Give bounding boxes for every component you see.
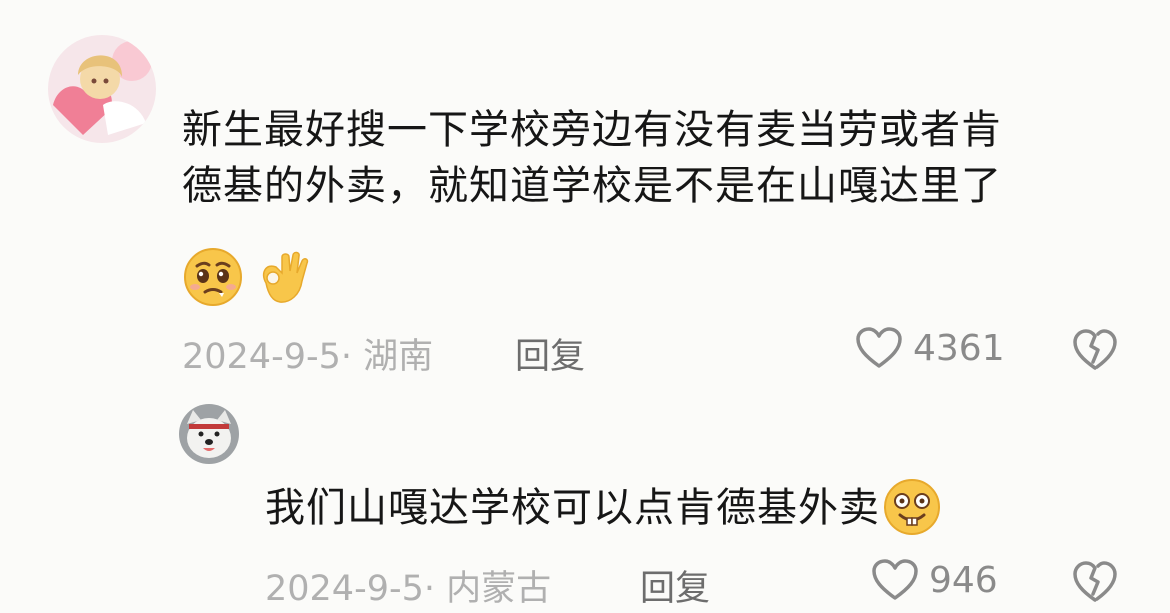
comment-reply-button[interactable]: 回复 xyxy=(515,328,585,379)
heart-outline-icon xyxy=(855,326,903,370)
ok-hand-emoji xyxy=(252,247,312,307)
comment-like-button[interactable]: 4361 xyxy=(855,326,1005,370)
replier-avatar[interactable] xyxy=(179,404,239,464)
grinning-buckteeth-emoji xyxy=(882,477,942,537)
reply-date-location: 2024-9-5· 内蒙古 xyxy=(265,569,552,609)
comment-emojis xyxy=(183,247,312,307)
commenter-avatar[interactable] xyxy=(48,35,156,143)
reply-like-button[interactable]: 946 xyxy=(871,558,998,602)
comment-dislike-button[interactable] xyxy=(1072,328,1118,372)
comment-like-count: 4361 xyxy=(913,327,1005,369)
reply-reply-button[interactable]: 回复 xyxy=(640,560,710,611)
comment-text: 新生最好搜一下学校旁边有没有麦当劳或者肯 德基的外卖，就知道学校是不是在山嘎达里… xyxy=(182,102,1122,214)
pleading-face-emoji xyxy=(183,247,243,307)
reply-text: 我们山嘎达学校可以点肯德基外卖 xyxy=(265,485,880,531)
heart-outline-icon xyxy=(871,558,919,602)
broken-heart-icon xyxy=(1072,328,1118,372)
comment-date-location: 2024-9-5· 湖南 xyxy=(182,337,434,377)
reply-like-count: 946 xyxy=(929,559,998,601)
comment-text-line-1: 新生最好搜一下学校旁边有没有麦当劳或者肯 xyxy=(182,107,1002,153)
reply-dislike-button[interactable] xyxy=(1072,560,1118,604)
broken-heart-icon xyxy=(1072,560,1118,604)
comment-text-line-2: 德基的外卖，就知道学校是不是在山嘎达里了 xyxy=(182,163,1002,209)
reply-text-row: 我们山嘎达学校可以点肯德基外卖 xyxy=(265,477,942,537)
